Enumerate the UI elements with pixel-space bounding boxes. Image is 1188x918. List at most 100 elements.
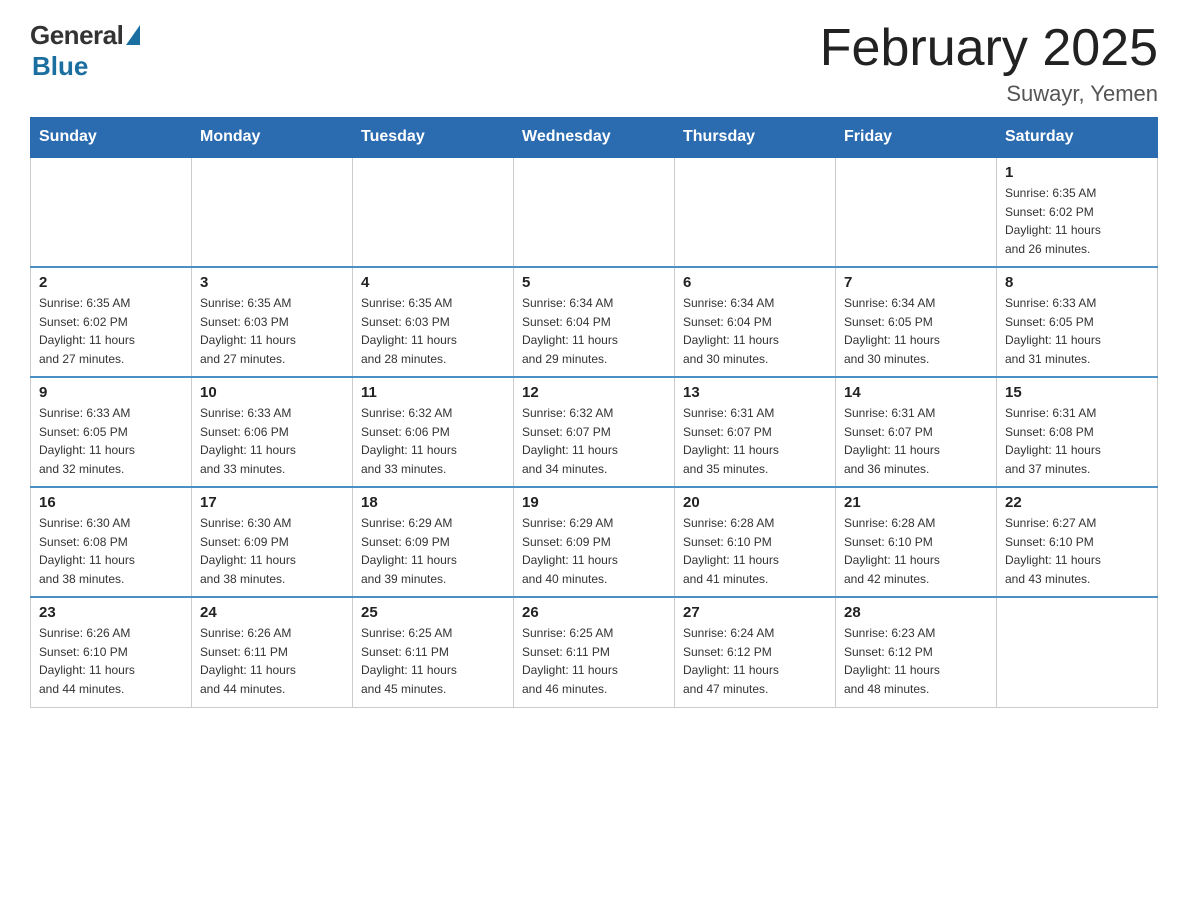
day-number: 28 <box>844 604 988 621</box>
calendar-day-cell: 24 Sunrise: 6:26 AM Sunset: 6:11 PM Dayli… <box>192 597 353 707</box>
calendar-day-cell: 28 Sunrise: 6:23 AM Sunset: 6:12 PM Dayli… <box>836 597 997 707</box>
day-info: Sunrise: 6:32 AM Sunset: 6:07 PM Dayligh… <box>522 404 666 478</box>
calendar-day-cell: 1 Sunrise: 6:35 AM Sunset: 6:02 PM Daylig… <box>997 157 1158 267</box>
day-number: 27 <box>683 604 827 621</box>
day-info: Sunrise: 6:25 AM Sunset: 6:11 PM Dayligh… <box>361 624 505 698</box>
day-info: Sunrise: 6:31 AM Sunset: 6:07 PM Dayligh… <box>683 404 827 478</box>
day-number: 12 <box>522 384 666 401</box>
day-number: 4 <box>361 274 505 291</box>
month-title: February 2025 <box>820 20 1158 77</box>
day-info: Sunrise: 6:35 AM Sunset: 6:02 PM Dayligh… <box>1005 184 1149 258</box>
day-number: 5 <box>522 274 666 291</box>
calendar-week-row: 2 Sunrise: 6:35 AM Sunset: 6:02 PM Daylig… <box>31 267 1158 377</box>
day-number: 25 <box>361 604 505 621</box>
day-info: Sunrise: 6:31 AM Sunset: 6:07 PM Dayligh… <box>844 404 988 478</box>
day-info: Sunrise: 6:31 AM Sunset: 6:08 PM Dayligh… <box>1005 404 1149 478</box>
calendar-day-header: Tuesday <box>353 118 514 158</box>
day-number: 14 <box>844 384 988 401</box>
calendar-day-cell: 26Sunrise: 6:25 AM Sunset: 6:11 PM Dayli… <box>514 597 675 707</box>
calendar-week-row: 16 Sunrise: 6:30 AM Sunset: 6:08 PM Dayli… <box>31 487 1158 597</box>
calendar-week-row: 9 Sunrise: 6:33 AM Sunset: 6:05 PM Daylig… <box>31 377 1158 487</box>
calendar-header-row: SundayMondayTuesdayWednesdayThursdayFrid… <box>31 118 1158 158</box>
day-number: 20 <box>683 494 827 511</box>
calendar-day-cell: 18 Sunrise: 6:29 AM Sunset: 6:09 PM Dayli… <box>353 487 514 597</box>
day-info: Sunrise: 6:34 AM Sunset: 6:04 PM Dayligh… <box>522 294 666 368</box>
day-info: Sunrise: 6:23 AM Sunset: 6:12 PM Dayligh… <box>844 624 988 698</box>
calendar-week-row: 1 Sunrise: 6:35 AM Sunset: 6:02 PM Daylig… <box>31 157 1158 267</box>
calendar-day-cell: 6Sunrise: 6:34 AM Sunset: 6:04 PM Daylig… <box>675 267 836 377</box>
calendar-day-cell: 19 Sunrise: 6:29 AM Sunset: 6:09 PM Dayli… <box>514 487 675 597</box>
day-number: 3 <box>200 274 344 291</box>
calendar-day-cell: 17 Sunrise: 6:30 AM Sunset: 6:09 PM Dayli… <box>192 487 353 597</box>
day-number: 1 <box>1005 164 1149 181</box>
calendar-day-cell <box>836 157 997 267</box>
day-number: 16 <box>39 494 183 511</box>
calendar-day-cell: 23 Sunrise: 6:26 AM Sunset: 6:10 PM Dayli… <box>31 597 192 707</box>
calendar-day-header: Saturday <box>997 118 1158 158</box>
day-info: Sunrise: 6:30 AM Sunset: 6:08 PM Dayligh… <box>39 514 183 588</box>
day-info: Sunrise: 6:35 AM Sunset: 6:03 PM Dayligh… <box>200 294 344 368</box>
calendar-day-header: Wednesday <box>514 118 675 158</box>
calendar-day-cell: 20 Sunrise: 6:28 AM Sunset: 6:10 PM Dayli… <box>675 487 836 597</box>
calendar-day-cell: 7Sunrise: 6:34 AM Sunset: 6:05 PM Daylig… <box>836 267 997 377</box>
logo-general-text: General <box>30 20 123 51</box>
calendar-day-header: Friday <box>836 118 997 158</box>
day-info: Sunrise: 6:30 AM Sunset: 6:09 PM Dayligh… <box>200 514 344 588</box>
day-number: 13 <box>683 384 827 401</box>
day-number: 6 <box>683 274 827 291</box>
calendar-day-header: Thursday <box>675 118 836 158</box>
day-info: Sunrise: 6:33 AM Sunset: 6:05 PM Dayligh… <box>39 404 183 478</box>
day-info: Sunrise: 6:35 AM Sunset: 6:03 PM Dayligh… <box>361 294 505 368</box>
day-number: 26 <box>522 604 666 621</box>
day-number: 23 <box>39 604 183 621</box>
calendar-day-cell: 22 Sunrise: 6:27 AM Sunset: 6:10 PM Dayli… <box>997 487 1158 597</box>
calendar-day-cell: 5 Sunrise: 6:34 AM Sunset: 6:04 PM Daylig… <box>514 267 675 377</box>
calendar-day-cell: 25 Sunrise: 6:25 AM Sunset: 6:11 PM Dayli… <box>353 597 514 707</box>
location-subtitle: Suwayr, Yemen <box>820 81 1158 107</box>
day-number: 2 <box>39 274 183 291</box>
calendar-day-cell: 11Sunrise: 6:32 AM Sunset: 6:06 PM Dayli… <box>353 377 514 487</box>
day-number: 10 <box>200 384 344 401</box>
day-info: Sunrise: 6:27 AM Sunset: 6:10 PM Dayligh… <box>1005 514 1149 588</box>
day-info: Sunrise: 6:29 AM Sunset: 6:09 PM Dayligh… <box>522 514 666 588</box>
day-info: Sunrise: 6:28 AM Sunset: 6:10 PM Dayligh… <box>683 514 827 588</box>
day-info: Sunrise: 6:26 AM Sunset: 6:11 PM Dayligh… <box>200 624 344 698</box>
title-area: February 2025 Suwayr, Yemen <box>820 20 1158 107</box>
calendar-day-cell <box>997 597 1158 707</box>
calendar-day-cell: 14 Sunrise: 6:31 AM Sunset: 6:07 PM Dayli… <box>836 377 997 487</box>
calendar-day-cell <box>675 157 836 267</box>
day-info: Sunrise: 6:26 AM Sunset: 6:10 PM Dayligh… <box>39 624 183 698</box>
calendar-day-cell <box>192 157 353 267</box>
day-number: 9 <box>39 384 183 401</box>
day-number: 18 <box>361 494 505 511</box>
calendar-week-row: 23 Sunrise: 6:26 AM Sunset: 6:10 PM Dayli… <box>31 597 1158 707</box>
day-info: Sunrise: 6:35 AM Sunset: 6:02 PM Dayligh… <box>39 294 183 368</box>
day-info: Sunrise: 6:33 AM Sunset: 6:06 PM Dayligh… <box>200 404 344 478</box>
calendar-day-cell: 8 Sunrise: 6:33 AM Sunset: 6:05 PM Daylig… <box>997 267 1158 377</box>
day-number: 22 <box>1005 494 1149 511</box>
calendar-day-cell <box>31 157 192 267</box>
day-info: Sunrise: 6:24 AM Sunset: 6:12 PM Dayligh… <box>683 624 827 698</box>
day-info: Sunrise: 6:29 AM Sunset: 6:09 PM Dayligh… <box>361 514 505 588</box>
calendar-day-cell: 16 Sunrise: 6:30 AM Sunset: 6:08 PM Dayli… <box>31 487 192 597</box>
day-info: Sunrise: 6:28 AM Sunset: 6:10 PM Dayligh… <box>844 514 988 588</box>
day-number: 8 <box>1005 274 1149 291</box>
calendar-day-cell: 4 Sunrise: 6:35 AM Sunset: 6:03 PM Daylig… <box>353 267 514 377</box>
logo-triangle-icon <box>126 25 140 45</box>
calendar-day-cell: 9 Sunrise: 6:33 AM Sunset: 6:05 PM Daylig… <box>31 377 192 487</box>
day-number: 19 <box>522 494 666 511</box>
calendar-day-cell <box>353 157 514 267</box>
day-info: Sunrise: 6:33 AM Sunset: 6:05 PM Dayligh… <box>1005 294 1149 368</box>
calendar-day-cell: 27 Sunrise: 6:24 AM Sunset: 6:12 PM Dayli… <box>675 597 836 707</box>
day-number: 24 <box>200 604 344 621</box>
calendar-day-header: Sunday <box>31 118 192 158</box>
day-number: 11 <box>361 384 505 401</box>
logo: General Blue <box>30 20 140 82</box>
page-header: General Blue February 2025 Suwayr, Yemen <box>30 20 1158 107</box>
day-number: 7 <box>844 274 988 291</box>
calendar-day-cell: 3 Sunrise: 6:35 AM Sunset: 6:03 PM Daylig… <box>192 267 353 377</box>
calendar-day-cell: 13 Sunrise: 6:31 AM Sunset: 6:07 PM Dayli… <box>675 377 836 487</box>
calendar-day-cell: 12 Sunrise: 6:32 AM Sunset: 6:07 PM Dayli… <box>514 377 675 487</box>
logo-blue-text: Blue <box>32 51 88 82</box>
day-number: 17 <box>200 494 344 511</box>
